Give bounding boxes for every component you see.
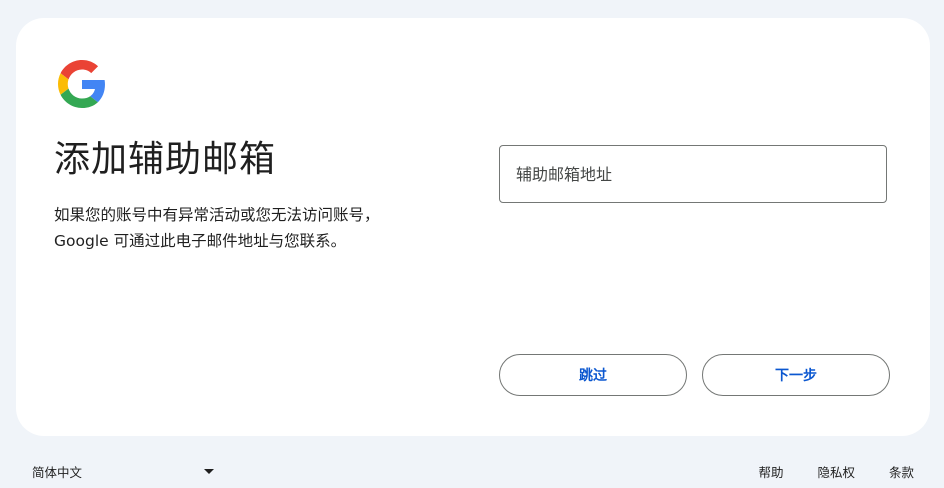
next-button[interactable]: 下一步 — [702, 354, 890, 396]
recovery-email-field[interactable] — [499, 145, 887, 203]
page-description: 如果您的账号中有异常活动或您无法访问账号， Google 可通过此电子邮件地址与… — [54, 202, 474, 254]
signin-card: 添加辅助邮箱 如果您的账号中有异常活动或您无法访问账号， Google 可通过此… — [16, 18, 930, 436]
page-title: 添加辅助邮箱 — [54, 139, 277, 180]
help-link[interactable]: 帮助 — [758, 462, 783, 481]
language-select-label: 简体中文 — [32, 465, 83, 480]
google-logo-icon — [58, 60, 106, 108]
terms-link[interactable]: 条款 — [889, 462, 914, 481]
recovery-email-input[interactable] — [500, 146, 886, 202]
dropdown-caret-icon — [204, 469, 214, 474]
description-line-2: Google 可通过此电子邮件地址与您联系。 — [54, 232, 347, 250]
description-line-1: 如果您的账号中有异常活动或您无法访问账号， — [54, 206, 380, 224]
footer: 简体中文 帮助 隐私权 条款 — [0, 452, 944, 488]
language-select[interactable]: 简体中文 — [32, 462, 218, 481]
footer-links: 帮助 隐私权 条款 — [758, 462, 914, 481]
privacy-link[interactable]: 隐私权 — [817, 462, 855, 481]
skip-button[interactable]: 跳过 — [499, 354, 687, 396]
